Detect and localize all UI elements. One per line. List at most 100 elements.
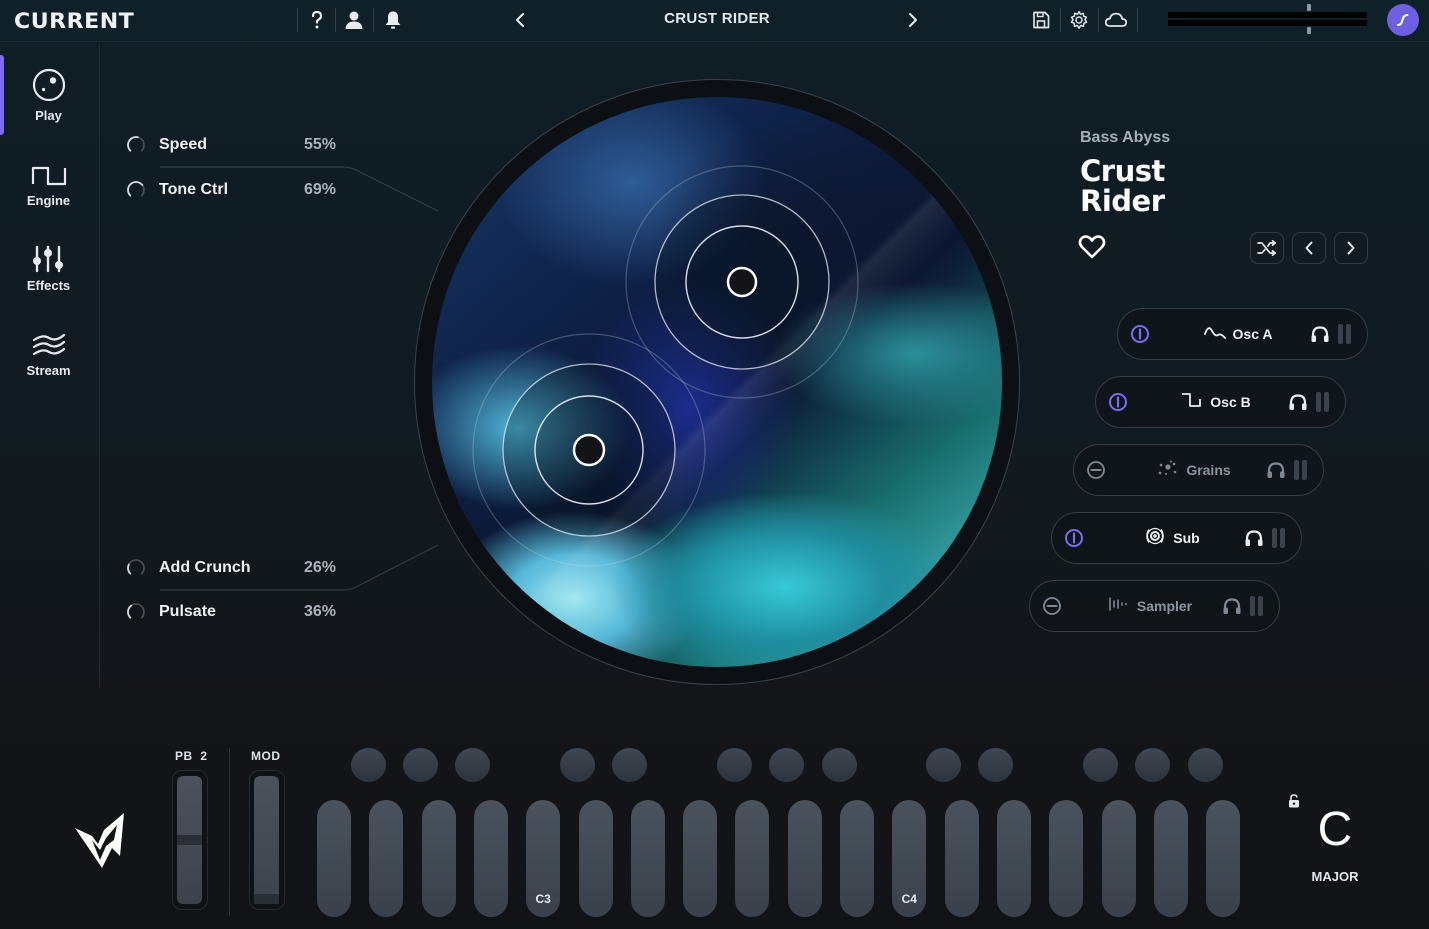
sidebar-item-label: Play [35,108,62,123]
sidebar-item-engine[interactable]: Engine [0,150,97,226]
sine-wave-icon [1203,324,1226,345]
output-level-meter[interactable] [1168,4,1367,34]
preset-bank: Bass Abyss [1080,129,1171,146]
help-icon[interactable] [304,8,330,32]
preset-prev-button[interactable] [1292,232,1326,264]
gear-icon[interactable] [1066,8,1092,32]
wheel-position[interactable] [177,835,202,845]
power-off-icon[interactable] [1042,596,1062,616]
save-icon[interactable] [1028,8,1054,32]
divider [1137,8,1138,32]
pitch-bend-label: PB 2 [175,749,208,763]
headphones-icon[interactable] [1266,461,1286,479]
pitch-bend-wheel[interactable] [172,770,208,910]
black-key[interactable] [1083,748,1118,782]
white-key[interactable] [944,800,979,917]
headphones-icon[interactable] [1222,597,1242,615]
layer-title: Sampler [1090,581,1210,631]
xy-pad-artwork[interactable] [432,97,1002,667]
sidebar-item-effects[interactable]: Effects [0,235,97,311]
layer-level-meter [1250,596,1266,616]
note-label: C3 [535,892,551,906]
meter-bar [1250,596,1255,616]
black-key[interactable] [1187,748,1223,782]
white-key[interactable] [369,800,404,917]
knob-icon[interactable] [126,180,146,200]
black-key[interactable] [560,748,595,782]
layer-osc-b[interactable]: Osc B [1095,376,1346,428]
scale-root[interactable]: C [1305,802,1365,858]
preset-title[interactable]: CRUST RIDER [600,10,834,27]
black-key[interactable] [350,748,386,782]
power-on-icon[interactable] [1108,392,1128,412]
white-key[interactable] [421,800,456,917]
mod-wheel[interactable] [249,770,285,910]
macro-tone-ctrl[interactable]: Tone Ctrl 69% [126,179,336,201]
knob-icon[interactable] [126,135,146,155]
white-key[interactable] [630,800,665,917]
black-key[interactable] [821,748,857,782]
black-key[interactable] [455,748,491,782]
volume-handle[interactable] [1307,4,1312,34]
white-key[interactable] [683,800,718,917]
black-key[interactable] [926,748,962,782]
macro-speed[interactable]: Speed 55% [126,134,336,156]
white-key[interactable] [840,800,874,917]
layer-title: Osc A [1178,309,1298,359]
white-key[interactable] [1101,800,1136,917]
power-on-icon[interactable] [1064,528,1084,548]
headphones-icon[interactable] [1310,325,1330,343]
divider [1098,8,1099,32]
pitch-bend-range[interactable]: 2 [200,749,207,763]
white-key[interactable]: C4 [892,800,927,917]
preset-next-button[interactable] [1334,232,1368,264]
user-icon[interactable] [341,8,367,32]
prev-preset-button[interactable] [507,8,533,32]
white-key[interactable] [473,800,508,917]
white-key[interactable] [1049,800,1084,917]
black-key[interactable] [769,748,805,782]
shuffle-button[interactable] [1250,232,1284,264]
sidebar-item-label: Engine [26,193,71,208]
black-key[interactable] [612,748,648,782]
black-key[interactable] [978,748,1014,782]
layer-osc-a[interactable]: Osc A [1117,308,1368,360]
layer-sampler[interactable]: Sampler [1029,580,1280,632]
power-on-icon[interactable] [1130,324,1150,344]
black-key[interactable] [403,748,439,782]
macro-add-crunch[interactable]: Add Crunch 26% [126,557,336,579]
chevron-right-icon [909,13,917,27]
headphones-icon[interactable] [1288,393,1308,411]
waves-icon [32,333,65,356]
next-preset-button[interactable] [900,8,926,32]
white-key[interactable]: C3 [526,800,561,917]
brand-logo [72,810,128,872]
account-avatar-button[interactable] [1387,4,1419,36]
bell-icon[interactable] [380,8,406,32]
layer-sub[interactable]: Sub [1051,512,1302,564]
black-key[interactable] [1135,748,1171,782]
white-key[interactable] [996,800,1031,917]
white-key[interactable] [735,800,770,917]
sidebar-item-play[interactable]: Play [0,65,97,141]
lock-open-icon[interactable] [1288,794,1300,808]
scale-mode[interactable]: MAJOR [1300,869,1370,884]
black-key[interactable] [716,748,752,782]
white-key[interactable] [578,800,613,917]
white-key[interactable] [1206,800,1241,917]
sidebar-item-stream[interactable]: Stream [0,320,97,396]
headphones-icon[interactable] [1244,529,1264,547]
white-key[interactable] [787,800,822,917]
knob-icon[interactable] [126,602,146,622]
knob-icon[interactable] [126,558,146,578]
cloud-icon[interactable] [1103,8,1129,32]
power-off-icon[interactable] [1086,460,1106,480]
divider [229,748,230,916]
wheel-position[interactable] [254,894,279,904]
white-key[interactable] [1153,800,1188,917]
macro-pulsate[interactable]: Pulsate 36% [126,601,336,623]
white-key[interactable] [317,800,351,917]
sidebar-item-label: Stream [26,363,71,378]
favorite-button[interactable] [1078,234,1106,260]
layer-grains[interactable]: Grains [1073,444,1324,496]
